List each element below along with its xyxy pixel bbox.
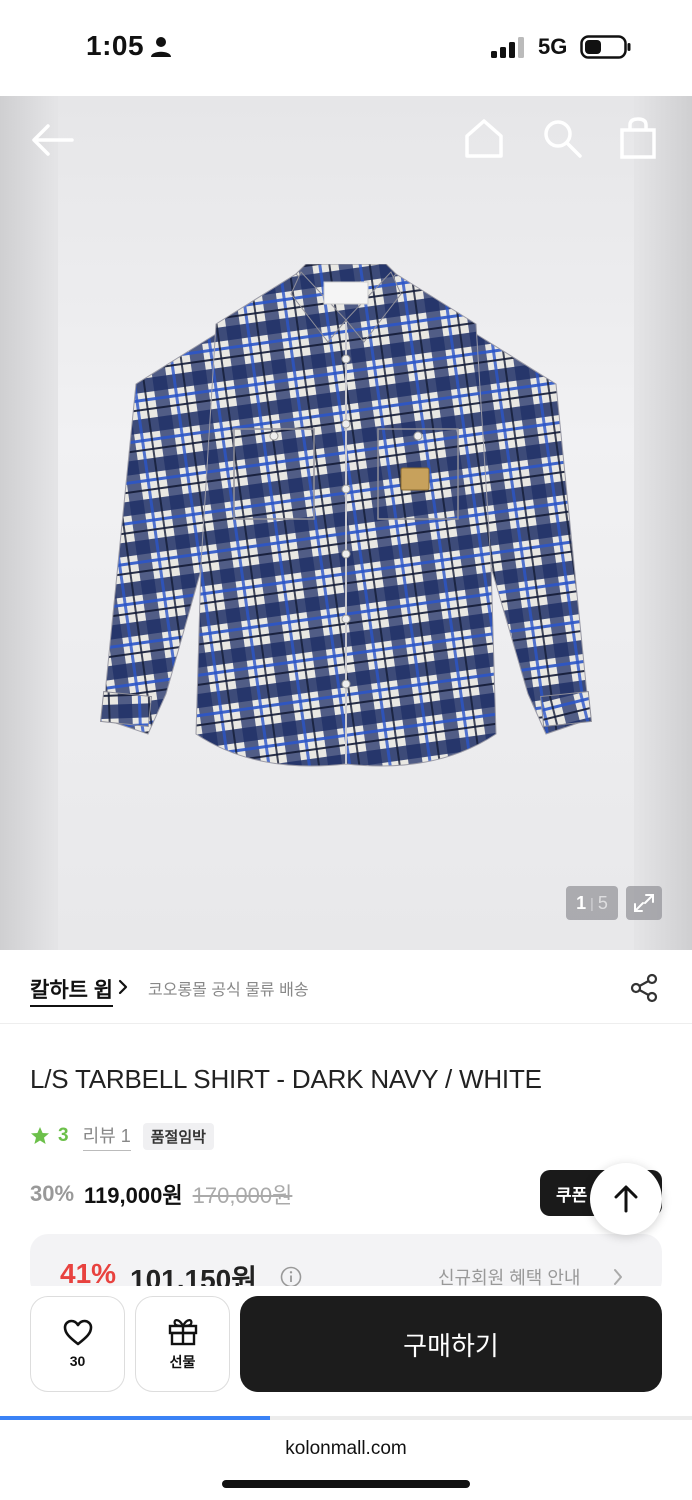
- battery-icon: [580, 35, 631, 59]
- brand-link[interactable]: 칼하트 윕: [30, 974, 114, 1007]
- like-button[interactable]: 30: [30, 1296, 125, 1392]
- image-counter-total: 5: [597, 892, 608, 913]
- stock-badge: 품절임박: [142, 1122, 214, 1150]
- buy-button-label: 구매하기: [403, 1330, 499, 1361]
- rating-row: 3 리뷰 1 품절임박: [30, 1121, 214, 1151]
- sale-price: 119,000원: [84, 1183, 183, 1208]
- discount-rate: 30%: [30, 1181, 75, 1206]
- review-link[interactable]: 리뷰 1: [82, 1122, 131, 1151]
- browser-url-bar[interactable]: kolonmall.com: [0, 1420, 692, 1500]
- shopping-bag-icon[interactable]: [616, 116, 660, 160]
- chevron-right-icon[interactable]: [116, 978, 130, 996]
- url-text[interactable]: kolonmall.com: [0, 1438, 692, 1460]
- back-arrow-icon[interactable]: [28, 120, 76, 160]
- expand-icon[interactable]: [626, 886, 662, 920]
- image-counter: 1 | 5: [566, 886, 618, 920]
- price-row: 30% 119,000원 170,000원: [30, 1176, 292, 1212]
- gift-label: 선물: [169, 1354, 196, 1370]
- bottom-action-bar: 30 선물 구매하기: [0, 1286, 692, 1416]
- info-icon[interactable]: [280, 1266, 302, 1288]
- heart-icon: [63, 1319, 92, 1346]
- gift-icon: [168, 1319, 197, 1346]
- search-icon[interactable]: [540, 116, 584, 160]
- coupon-button-label: 쿠폰: [556, 1185, 588, 1205]
- scroll-top-button[interactable]: [590, 1163, 662, 1235]
- rating-value: 3: [58, 1125, 69, 1146]
- network-type: 5G: [538, 34, 568, 59]
- status-time: 1:05: [86, 30, 145, 61]
- share-icon[interactable]: [628, 972, 660, 1004]
- person-icon: [151, 37, 171, 57]
- gift-button[interactable]: 선물: [135, 1296, 230, 1392]
- status-bar: 1:05 5G: [0, 0, 692, 96]
- home-icon[interactable]: [462, 116, 506, 160]
- brand-row: 칼하트 윕 코오롱몰 공식 물류 배송: [0, 950, 692, 1024]
- product-title: L/S TARBELL SHIRT - DARK NAVY / WHITE: [30, 1064, 542, 1094]
- product-image-carousel[interactable]: 1 | 5: [0, 96, 692, 950]
- like-count: 30: [69, 1353, 86, 1369]
- signal-icon: [491, 37, 524, 58]
- shipping-note: 코오롱몰 공식 물류 배송: [148, 982, 309, 999]
- image-counter-divider: |: [590, 895, 594, 911]
- buy-button[interactable]: 구매하기: [240, 1296, 662, 1392]
- product-nav: [0, 96, 692, 186]
- chevron-right-icon: [614, 1269, 622, 1285]
- star-icon: [31, 1127, 49, 1144]
- image-counter-current: 1: [576, 892, 587, 913]
- original-price: 170,000원: [192, 1183, 293, 1208]
- home-indicator: [222, 1480, 470, 1488]
- arrow-up-icon: [614, 1185, 638, 1213]
- product-image: [100, 264, 592, 767]
